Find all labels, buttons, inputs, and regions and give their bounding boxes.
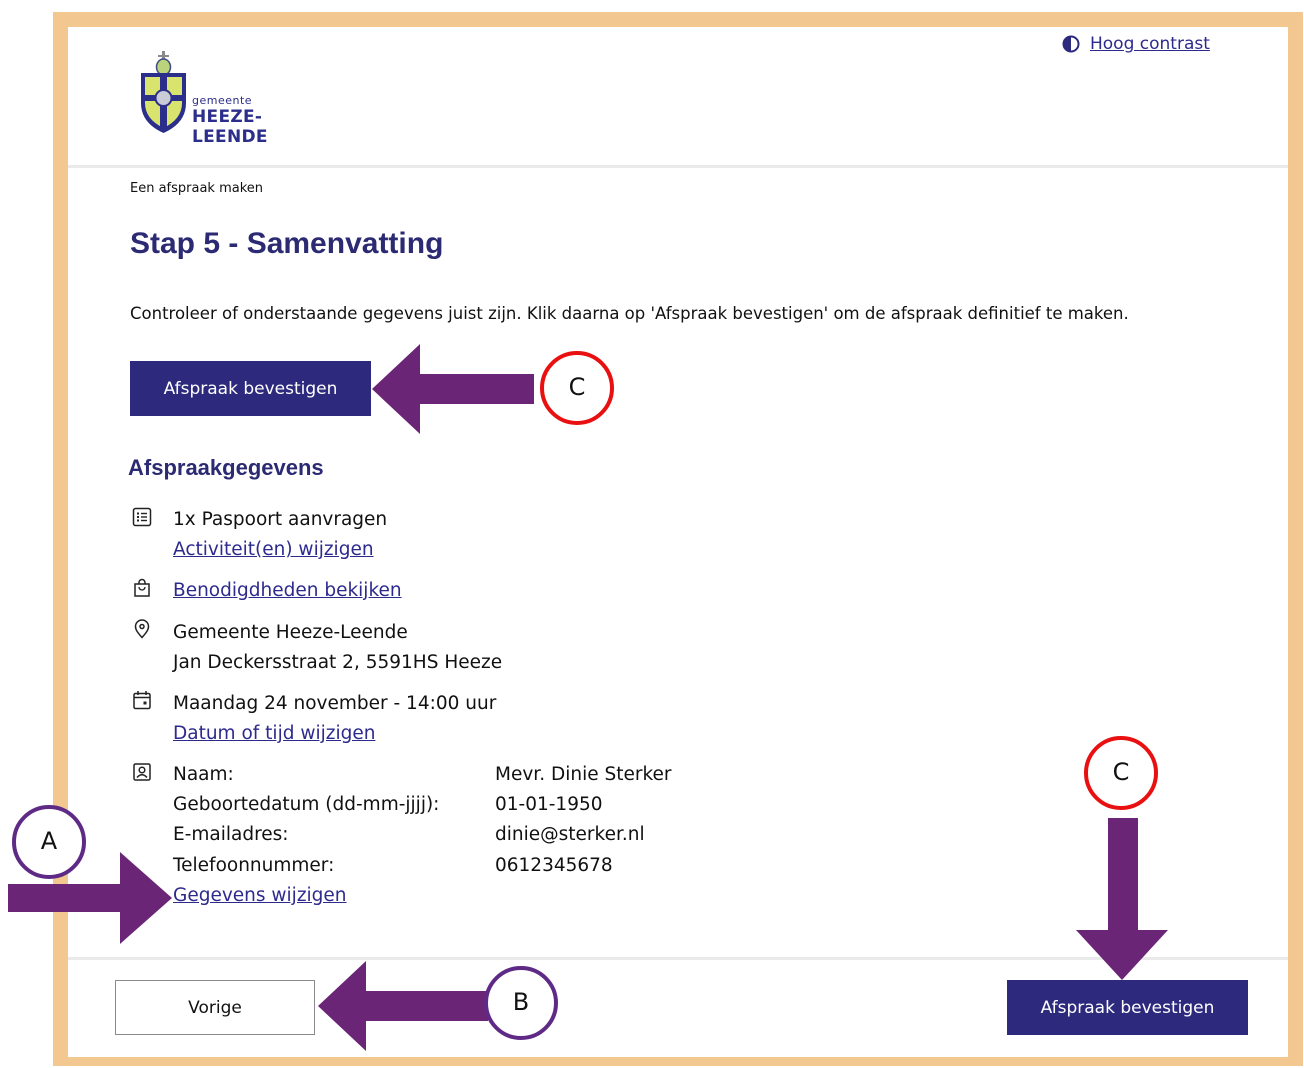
callout-c-top-label: C [568,373,586,401]
arrow-left-icon [372,344,534,434]
arrow-down-icon [1076,818,1168,980]
callout-a-label: A [40,827,58,855]
callout-b-label: B [512,988,530,1016]
arrow-left-icon [318,961,488,1051]
annotation-overlay [8,344,1168,1051]
callout-c-bottom-label: C [1112,758,1130,786]
